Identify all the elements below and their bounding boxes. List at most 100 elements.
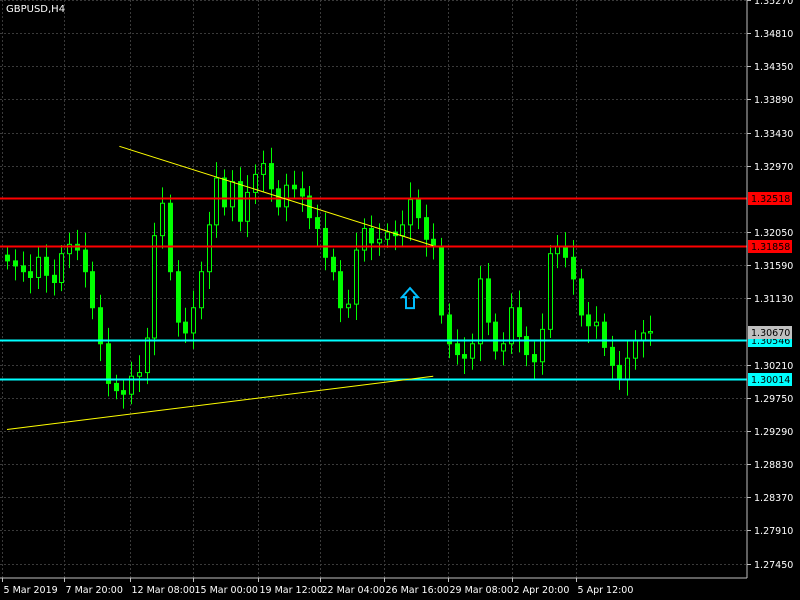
price-tick-label: 1.31130 xyxy=(754,294,793,305)
price-tick-label: 1.34350 xyxy=(754,62,793,73)
candle-body-bear xyxy=(121,390,126,395)
time-tick-label: 5 Mar 2019 xyxy=(4,585,58,596)
candle-body-bear xyxy=(52,274,57,284)
candle-body-bull xyxy=(145,337,150,374)
price-tick-label: 1.34810 xyxy=(754,29,793,40)
symbol-label: GBPUSD,H4 xyxy=(6,4,65,15)
price-tick-label: 1.30210 xyxy=(754,361,793,372)
candle-body-bear xyxy=(532,354,537,363)
price-tick-label: 1.32050 xyxy=(754,228,793,239)
candle-body-bear xyxy=(331,256,336,273)
price-tick-label: 1.29290 xyxy=(754,427,793,438)
candle-body-bull xyxy=(625,357,630,381)
price-tick-label: 1.28370 xyxy=(754,493,793,504)
candle-body-bear xyxy=(524,336,529,356)
candle-body-bear xyxy=(28,271,33,278)
price-tick-label: 1.29750 xyxy=(754,394,793,405)
time-tick-label: 12 Mar 08:00 xyxy=(132,585,195,596)
time-tick-label: 19 Mar 12:00 xyxy=(260,585,323,596)
candle-body-bear xyxy=(292,184,297,190)
candle-body-bear xyxy=(338,271,343,309)
candle-body-bear xyxy=(439,245,444,316)
candle-body-bull xyxy=(191,307,196,334)
candle-body-bull xyxy=(284,184,289,208)
price-tick-label: 1.27450 xyxy=(754,560,793,571)
time-tick-label: 5 Apr 12:00 xyxy=(578,585,634,596)
candle-body-bull xyxy=(641,332,646,341)
candle-body-bull xyxy=(548,253,553,330)
candle-body-bear xyxy=(617,364,622,381)
candle-body-bear xyxy=(563,245,568,258)
time-tick-label: 7 Mar 20:00 xyxy=(66,585,123,596)
candle-body-bull xyxy=(207,224,212,273)
candle-body-bear xyxy=(44,256,49,276)
candle-body-bear xyxy=(176,271,181,323)
candle-body-bull xyxy=(36,256,41,278)
candle-body-bull xyxy=(160,202,165,237)
candle-body-bear xyxy=(571,256,576,280)
candle-body-bull xyxy=(648,331,653,334)
candle-body-bull xyxy=(555,245,560,255)
candle-body-bear xyxy=(323,227,328,258)
candle-body-bear xyxy=(586,314,591,327)
candle-body-bull xyxy=(199,271,204,309)
candle-body-bear xyxy=(21,265,26,273)
current-price-tag-label: 1.30670 xyxy=(751,328,790,339)
candle-body-bull xyxy=(230,181,235,208)
candle-body-bear xyxy=(114,382,119,392)
candle-body-bear xyxy=(13,260,18,267)
candle-body-bull xyxy=(214,177,219,226)
candle-body-bear xyxy=(462,354,467,359)
candle-body-bear xyxy=(602,321,607,348)
candle-body-bull xyxy=(152,235,157,339)
candle-body-bull xyxy=(633,339,638,359)
candle-body-bull xyxy=(408,199,413,226)
candle-body-bull xyxy=(377,238,382,244)
candle-body-bull xyxy=(509,307,514,345)
price-tick-label: 1.33890 xyxy=(754,95,793,106)
candle-body-bear xyxy=(424,217,429,240)
time-tick-label: 29 Mar 08:00 xyxy=(450,585,513,596)
support-price-tag-label: 1.30014 xyxy=(751,375,790,386)
candle-body-bear xyxy=(579,278,584,316)
candle-body-bear xyxy=(610,346,615,366)
candle-body-bull xyxy=(478,278,483,345)
candle-body-bear xyxy=(315,217,320,229)
candle-body-bull xyxy=(59,253,64,284)
candle-body-bear xyxy=(168,202,173,273)
price-tick-label: 1.27910 xyxy=(754,526,793,537)
candle-body-bear xyxy=(486,278,491,323)
candle-body-bull xyxy=(385,231,390,240)
candle-body-bull xyxy=(245,191,250,222)
candle-body-bear xyxy=(447,314,452,345)
price-tick-label: 1.33430 xyxy=(754,129,793,140)
candle-body-bull xyxy=(501,343,506,352)
chart-background xyxy=(0,0,800,600)
candle-body-bull xyxy=(137,372,142,377)
price-tick-label: 1.32970 xyxy=(754,162,793,173)
candle-body-bear xyxy=(416,199,421,219)
price-tick-label: 1.35270 xyxy=(754,0,793,7)
price-tick-label: 1.28830 xyxy=(754,460,793,471)
candle-body-bear xyxy=(90,271,95,309)
time-tick-label: 15 Mar 00:00 xyxy=(195,585,258,596)
candle-body-bear xyxy=(493,321,498,352)
time-tick-label: 26 Mar 16:00 xyxy=(386,585,449,596)
time-tick-label: 22 Mar 04:00 xyxy=(322,585,385,596)
chart-window[interactable]: 1.35270 1.34810 1.34350 1.33890 1.33430 1.329… xyxy=(0,0,800,600)
candle-body-bear xyxy=(517,307,522,338)
candle-body-bear xyxy=(83,249,88,273)
candle-body-bull xyxy=(354,249,359,305)
candle-body-bear xyxy=(369,227,374,244)
time-tick-label: 2 Apr 20:00 xyxy=(514,585,570,596)
candle-body-bull xyxy=(346,303,351,309)
resistance-price-tag-label: 1.32518 xyxy=(751,194,790,205)
price-tick-label: 1.31590 xyxy=(754,261,793,272)
candlestick-chart[interactable]: 1.35270 1.34810 1.34350 1.33890 1.33430 1.329… xyxy=(0,0,800,600)
candle-body-bull xyxy=(400,224,405,237)
candle-body-bear xyxy=(5,254,10,262)
candle-body-bear xyxy=(300,188,305,197)
candle-body-bear xyxy=(238,181,243,222)
candle-body-bull xyxy=(540,328,545,363)
candle-body-bear xyxy=(222,177,227,208)
